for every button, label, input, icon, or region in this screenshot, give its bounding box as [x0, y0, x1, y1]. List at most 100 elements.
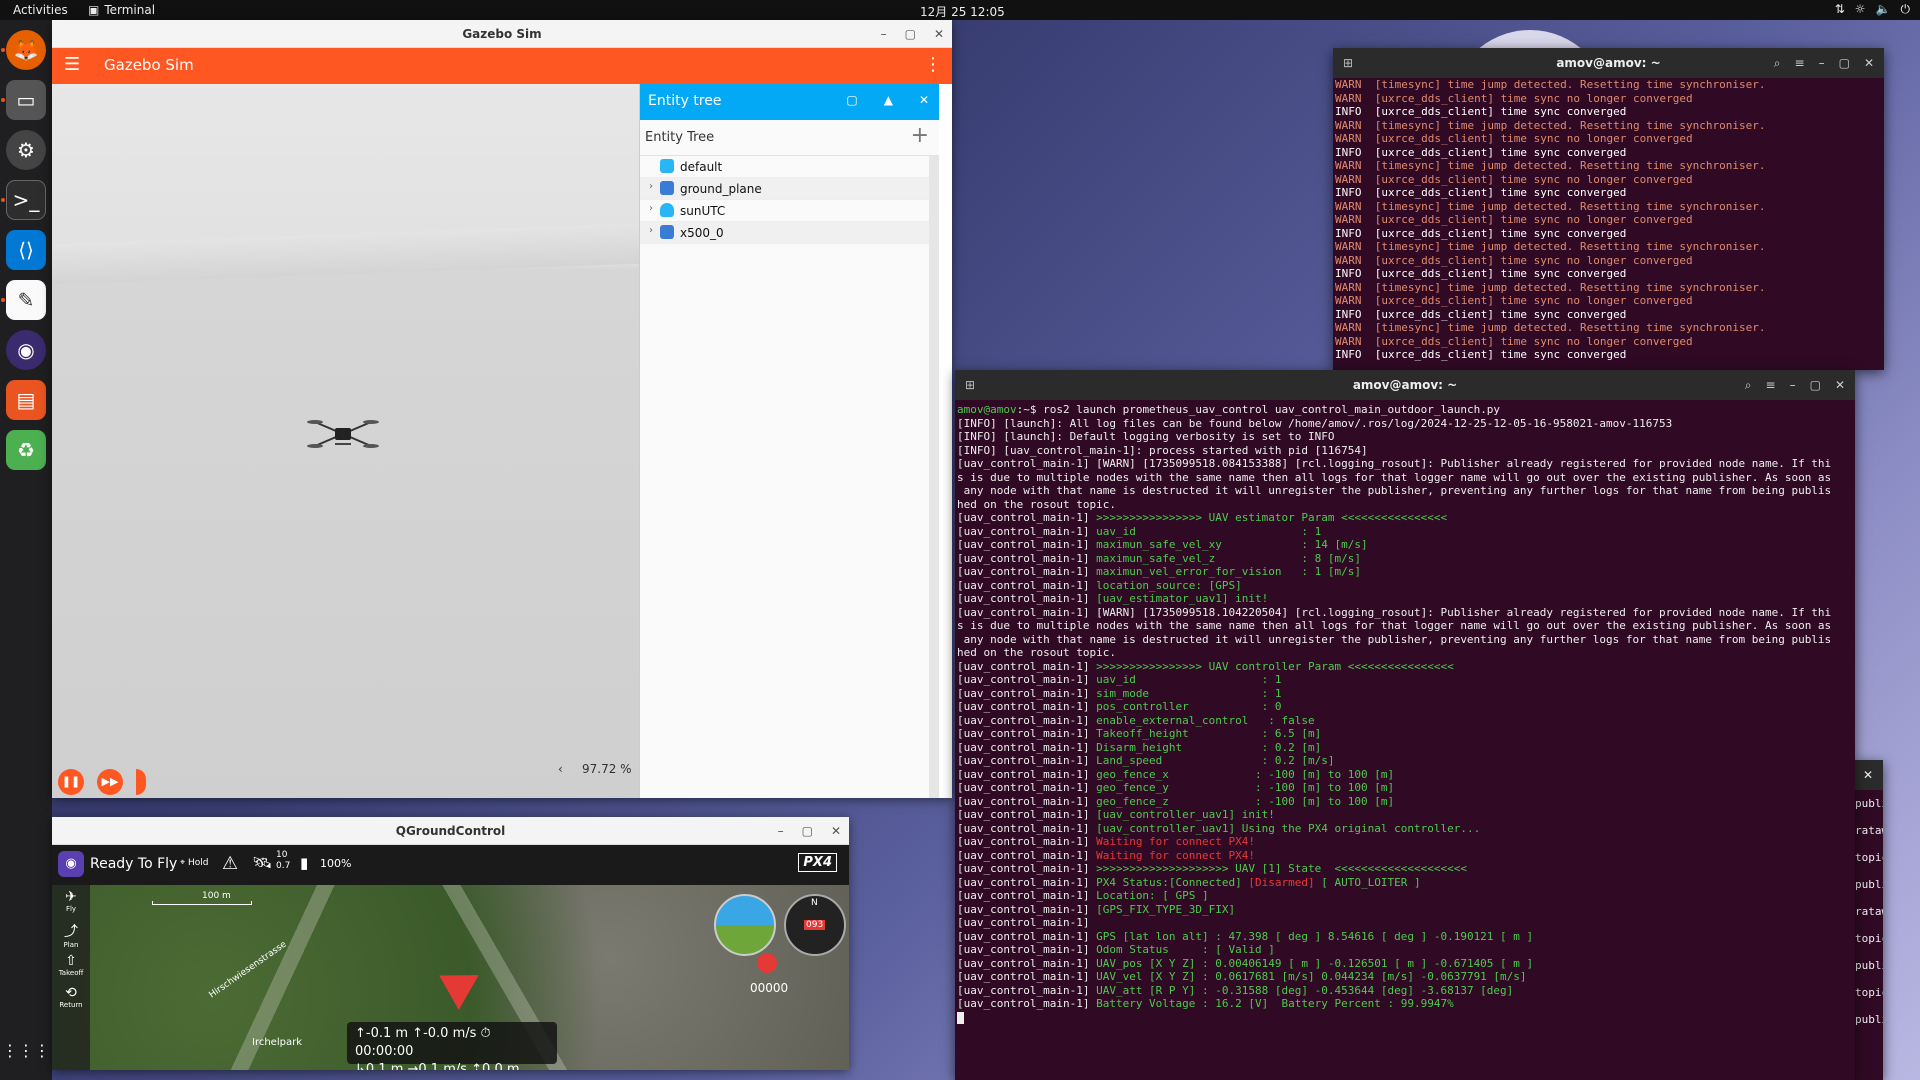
warning-icon[interactable]: ⚠ — [222, 853, 238, 874]
new-tab-icon[interactable]: ⊞ — [965, 370, 975, 400]
running-indicator — [1, 298, 5, 302]
tool-label: Fly — [65, 905, 77, 913]
add-entity-icon[interactable]: + — [911, 123, 929, 148]
accessibility-icon: ☼ — [1854, 2, 1866, 16]
collapse-icon[interactable]: ▲ — [884, 93, 893, 107]
terminal-segment: Land_speed : 0.2 [m/s] — [1096, 754, 1335, 767]
entity-label: x500_0 — [680, 226, 724, 240]
apps-grid-icon[interactable]: ⋮⋮⋮ — [2, 1030, 50, 1070]
terminal-line: WARN [timesync] time jump detected. Rese… — [1335, 118, 1766, 132]
panel-scrollbar[interactable] — [929, 156, 939, 798]
terminal-line: [uav_control_main-1] — [955, 916, 1855, 930]
terminal-cursor — [957, 1011, 964, 1024]
terminal-line: WARN [uxrce_dds_client] time sync no lon… — [1335, 91, 1693, 105]
terminal-output[interactable]: publi rataw topic publi rataw topic publi topic… — [1853, 790, 1883, 1033]
return-tool[interactable]: ⟲ Return — [52, 985, 90, 1009]
flight-mode-label: Hold — [187, 858, 209, 868]
terminal-line: INFO [uxrce_dds_client] time sync conver… — [1335, 348, 1627, 361]
terminal-line: [INFO] [uav_control_main-1]: process sta… — [955, 444, 1855, 458]
settings-icon[interactable]: ⚙ — [6, 130, 46, 170]
battery-icon[interactable]: ▮ — [300, 854, 308, 872]
active-app-menu[interactable]: ▣ Terminal — [88, 3, 155, 17]
search-icon[interactable]: ⌕ — [1745, 370, 1752, 400]
terminal-line: [uav_control_main-1] geo_fence_x : -100 … — [955, 768, 1855, 782]
tool-label: Takeoff — [58, 969, 84, 977]
expand-icon[interactable]: › — [649, 225, 653, 236]
takeoff-tool[interactable]: ⇧ Takeoff — [52, 953, 90, 977]
system-tray[interactable]: ⇅ ☼ 🔈 ⏻ — [1835, 2, 1910, 17]
maximize-icon[interactable]: ▢ — [1839, 48, 1850, 78]
qgc-logo-icon[interactable]: ◉ — [58, 851, 84, 877]
firefox-icon[interactable]: 🦊 — [6, 30, 46, 70]
entity-panel-header[interactable]: Entity tree ▢ ▲ ✕ — [640, 84, 939, 120]
map-scale: 100 m — [202, 891, 231, 901]
files-icon[interactable]: ▭ — [6, 80, 46, 120]
entity-row-default[interactable]: default — [640, 156, 939, 178]
record-button[interactable] — [757, 953, 777, 973]
menu-icon[interactable]: ≡ — [1795, 48, 1805, 78]
minimize-icon[interactable]: – — [778, 817, 784, 845]
fly-tool[interactable]: ✈ Fly — [52, 889, 90, 913]
terminal-segment: location_source: [GPS] — [1096, 578, 1242, 592]
terminal-titlebar[interactable]: ⊞ amov@amov: ~ ⌕ ≡ – ▢ ✕ — [955, 370, 1855, 400]
hamburger-icon[interactable]: ☰ — [64, 54, 80, 75]
minimize-icon[interactable]: – — [1790, 370, 1796, 400]
terminal-titlebar[interactable]: ⊞ amov@amov: ~ ⌕ ≡ – ▢ ✕ — [1333, 48, 1884, 78]
float-icon[interactable]: ▢ — [846, 93, 857, 107]
terminal-segment: [uav_controller_uav1] init! — [1096, 808, 1275, 821]
return-icon: ⟲ — [65, 985, 77, 1001]
entity-row-x500[interactable]: › x500_0 — [640, 222, 939, 244]
entity-row-ground-plane[interactable]: › ground_plane — [640, 178, 939, 200]
plan-tool[interactable]: ⤴ Plan — [52, 921, 90, 949]
text-editor-icon[interactable]: ✎ — [6, 280, 46, 320]
pause-button[interactable]: ❚❚ — [58, 769, 84, 795]
entity-row-sunutc[interactable]: › sunUTC — [640, 200, 939, 222]
maximize-icon[interactable]: ▢ — [802, 817, 813, 845]
new-tab-icon[interactable]: ⊞ — [1343, 48, 1353, 78]
3d-scene[interactable]: ❚❚ ▶▶ ‹ 97.72 % — [52, 84, 639, 798]
terminal-line: WARN [uxrce_dds_client] time sync no lon… — [1335, 334, 1693, 348]
qgc-titlebar[interactable]: QGroundControl – ▢ ✕ — [52, 817, 849, 845]
takeoff-icon: ⇧ — [65, 953, 77, 969]
terminal-icon[interactable]: >_ — [6, 180, 46, 220]
terminal-output[interactable]: WARN [timesync] time jump detected. Rese… — [1333, 78, 1884, 362]
close-icon[interactable]: ✕ — [1835, 370, 1845, 400]
minimize-icon[interactable]: – — [1819, 48, 1825, 78]
close-icon[interactable]: ✕ — [1864, 48, 1874, 78]
gazebo-titlebar[interactable]: Gazebo Sim – ▢ ✕ — [52, 20, 952, 48]
clock[interactable]: 12月 25 12:05 — [920, 3, 1005, 20]
terminal-line: [uav_control_main-1] [uav_controller_uav… — [955, 808, 1855, 822]
close-icon[interactable]: ✕ — [831, 817, 841, 845]
menu-icon[interactable]: ≡ — [1766, 370, 1776, 400]
close-icon[interactable]: ✕ — [1863, 768, 1873, 782]
terminal-line: publi — [1855, 797, 1883, 810]
expand-icon[interactable]: › — [649, 203, 653, 214]
step-button[interactable]: ▶▶ — [97, 769, 123, 795]
software-icon[interactable]: ▤ — [6, 380, 46, 420]
drone-model — [307, 420, 379, 448]
qgroundcontrol-icon[interactable]: ◉ — [6, 330, 46, 370]
flight-mode[interactable]: ⌖ Hold — [180, 858, 208, 868]
gps-icon[interactable]: 🛰 — [252, 853, 272, 872]
terminal-titlebar[interactable]: ✕ — [1853, 760, 1883, 790]
collapse-stats-icon[interactable]: ‹ — [558, 762, 563, 776]
terminal-output[interactable]: amov@amov:~$ ros2 launch prometheus_uav_… — [955, 400, 1855, 1024]
trash-icon[interactable]: ♻ — [6, 430, 46, 470]
terminal-segment: [uav_control_main-1] — [957, 943, 1097, 956]
expand-icon[interactable]: › — [649, 181, 653, 192]
vehicle-status[interactable]: Ready To Fly — [90, 856, 177, 872]
search-icon[interactable]: ⌕ — [1774, 48, 1781, 78]
terminal-line: [uav_control_main-1] >>>>>>>>>>>>>>>> UA… — [955, 511, 1855, 525]
maximize-icon[interactable]: ▢ — [1810, 370, 1821, 400]
real-time-factor: 97.72 % — [582, 762, 632, 776]
more-icon[interactable]: ⋮ — [924, 54, 942, 75]
maximize-icon[interactable]: ▢ — [905, 20, 916, 48]
terminal-line: WARN [timesync] time jump detected. Rese… — [1335, 199, 1766, 213]
minimize-icon[interactable]: – — [881, 20, 887, 48]
activities-button[interactable]: Activities — [13, 3, 68, 17]
close-icon[interactable]: ✕ — [919, 93, 929, 107]
close-icon[interactable]: ✕ — [934, 20, 944, 48]
run-options-button[interactable] — [136, 769, 146, 795]
vscode-icon[interactable]: ⟨⟩ — [6, 230, 46, 270]
px4-logo: PX4 — [798, 853, 837, 872]
